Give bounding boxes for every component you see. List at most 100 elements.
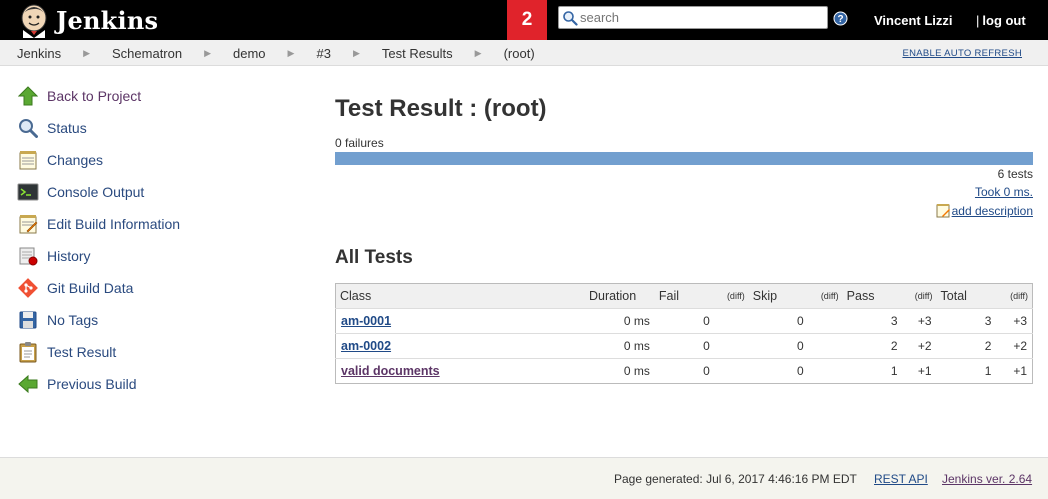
up-arrow-icon	[17, 85, 39, 107]
help-icon[interactable]: ?	[833, 11, 848, 26]
rest-api-link[interactable]: REST API	[874, 472, 928, 486]
terminal-icon	[17, 181, 39, 203]
skip-cell: 0	[748, 333, 809, 359]
column-header-total-diff[interactable]: (diff)	[996, 283, 1033, 309]
class-link[interactable]: am-0002	[341, 339, 391, 353]
column-header-pass-diff[interactable]: (diff)	[902, 283, 937, 309]
jenkins-butler-icon	[21, 4, 47, 38]
breadcrumb-arrow-icon[interactable]: ▶	[475, 48, 482, 59]
breadcrumb-arrow-icon[interactable]: ▶	[288, 48, 295, 59]
sidebar-item-label[interactable]: Status	[47, 120, 87, 136]
search-box	[558, 6, 828, 29]
git-icon	[17, 277, 39, 299]
sidebar-item-label[interactable]: Edit Build Information	[47, 216, 180, 232]
table-row: am-0002 0 ms 0 0 2 +2 2 +2	[335, 333, 1033, 359]
skip-cell: 0	[748, 308, 809, 334]
sidebar-item-no-tags[interactable]: No Tags	[17, 304, 277, 336]
column-header-duration[interactable]: Duration	[584, 283, 655, 309]
logout-label: log out	[982, 13, 1026, 28]
sidebar-item-label[interactable]: Git Build Data	[47, 280, 133, 296]
table-row: am-0001 0 ms 0 0 3 +3 3 +3	[335, 308, 1033, 334]
pass-cell: 2	[842, 333, 903, 359]
class-cell: am-0002	[335, 333, 585, 359]
sidebar-item-status[interactable]: Status	[17, 112, 277, 144]
sidebar-item-label[interactable]: Console Output	[47, 184, 144, 200]
breadcrumb-test-results[interactable]: Test Results	[382, 46, 453, 61]
column-header-skip-diff[interactable]: (diff)	[808, 283, 843, 309]
breadcrumb-schematron[interactable]: Schematron	[112, 46, 182, 61]
sidebar-item-previous-build[interactable]: Previous Build	[17, 368, 277, 400]
search-input[interactable]	[580, 10, 820, 25]
breadcrumb-item: demo ▶	[233, 46, 316, 61]
page-footer: Page generated: Jul 6, 2017 4:46:16 PM E…	[0, 457, 1048, 499]
table-row: valid documents 0 ms 0 0 1 +1 1 +1	[335, 358, 1033, 384]
jenkins-version-link[interactable]: Jenkins ver. 2.64	[942, 472, 1032, 486]
column-header-class[interactable]: Class	[335, 283, 585, 309]
table-header-row: Class Duration Fail (diff) Skip (diff) P…	[335, 283, 1033, 309]
sidebar-item-history[interactable]: History	[17, 240, 277, 272]
duration-cell: 0 ms	[584, 358, 655, 384]
fail-cell: 0	[654, 308, 715, 334]
all-tests-heading: All Tests	[335, 247, 413, 268]
fail-diff-cell	[714, 358, 749, 384]
sidebar-item-label[interactable]: Previous Build	[47, 376, 137, 392]
class-link[interactable]: valid documents	[341, 364, 440, 378]
column-header-total[interactable]: Total	[936, 283, 997, 309]
breadcrumb-demo[interactable]: demo	[233, 46, 266, 61]
jenkins-brand-text: Jenkins	[56, 5, 159, 35]
sidebar: Back to Project Status Changes Console O…	[17, 80, 277, 400]
logout-link[interactable]: | log out	[976, 13, 1026, 28]
took-duration-link[interactable]: Took 0 ms.	[975, 185, 1033, 199]
add-description-link[interactable]: add description	[936, 203, 1033, 218]
breadcrumb-root[interactable]: (root)	[504, 46, 535, 61]
breadcrumb-arrow-icon[interactable]: ▶	[83, 48, 90, 59]
total-cell: 3	[936, 308, 997, 334]
sidebar-item-label[interactable]: Test Result	[47, 344, 116, 360]
total-diff-cell: +1	[996, 358, 1033, 384]
left-arrow-icon	[17, 373, 39, 395]
breadcrumb-arrow-icon[interactable]: ▶	[353, 48, 360, 59]
breadcrumb-item: Jenkins ▶	[17, 46, 112, 61]
fail-diff-cell	[714, 308, 749, 334]
breadcrumb-build-3[interactable]: #3	[316, 46, 330, 61]
sidebar-item-label[interactable]: Back to Project	[47, 88, 141, 104]
breadcrumb-item: Test Results ▶	[382, 46, 504, 61]
notepad-icon	[17, 149, 39, 171]
duration-cell: 0 ms	[584, 308, 655, 334]
sidebar-item-label[interactable]: History	[47, 248, 91, 264]
enable-auto-refresh-link[interactable]: ENABLE AUTO REFRESH	[902, 48, 1022, 59]
column-header-pass[interactable]: Pass	[842, 283, 903, 309]
pass-diff-cell: +2	[902, 333, 937, 359]
sidebar-item-edit-build-information[interactable]: Edit Build Information	[17, 208, 277, 240]
floppy-icon	[17, 309, 39, 331]
jenkins-logo[interactable]: Jenkins	[14, 2, 158, 38]
fail-cell: 0	[654, 333, 715, 359]
column-header-fail-diff[interactable]: (diff)	[714, 283, 749, 309]
column-header-skip[interactable]: Skip	[748, 283, 809, 309]
class-link[interactable]: am-0001	[341, 314, 391, 328]
add-description-label: add description	[951, 203, 1033, 218]
column-header-fail[interactable]: Fail	[654, 283, 715, 309]
breadcrumb-jenkins[interactable]: Jenkins	[17, 46, 61, 61]
sidebar-item-changes[interactable]: Changes	[17, 144, 277, 176]
magnifier-icon	[17, 117, 39, 139]
sidebar-item-back-to-project[interactable]: Back to Project	[17, 80, 277, 112]
sidebar-item-label[interactable]: Changes	[47, 152, 103, 168]
notification-badge[interactable]: 2	[507, 0, 547, 40]
clipboard-icon	[17, 341, 39, 363]
skip-diff-cell	[808, 333, 843, 359]
page-generated-timestamp: Page generated: Jul 6, 2017 4:46:16 PM E…	[614, 472, 857, 486]
fail-cell: 0	[654, 358, 715, 384]
breadcrumb-item: (root)	[504, 46, 535, 61]
user-name-link[interactable]: Vincent Lizzi	[874, 13, 953, 28]
sidebar-item-console-output[interactable]: Console Output	[17, 176, 277, 208]
test-result-progress-bar	[335, 152, 1033, 165]
skip-diff-cell	[808, 308, 843, 334]
duration-cell: 0 ms	[584, 333, 655, 359]
breadcrumb-arrow-icon[interactable]: ▶	[204, 48, 211, 59]
sidebar-item-git-build-data[interactable]: Git Build Data	[17, 272, 277, 304]
breadcrumb-item: Schematron ▶	[112, 46, 233, 61]
failures-summary: 0 failures	[335, 136, 384, 150]
sidebar-item-test-result[interactable]: Test Result	[17, 336, 277, 368]
sidebar-item-label[interactable]: No Tags	[47, 312, 98, 328]
